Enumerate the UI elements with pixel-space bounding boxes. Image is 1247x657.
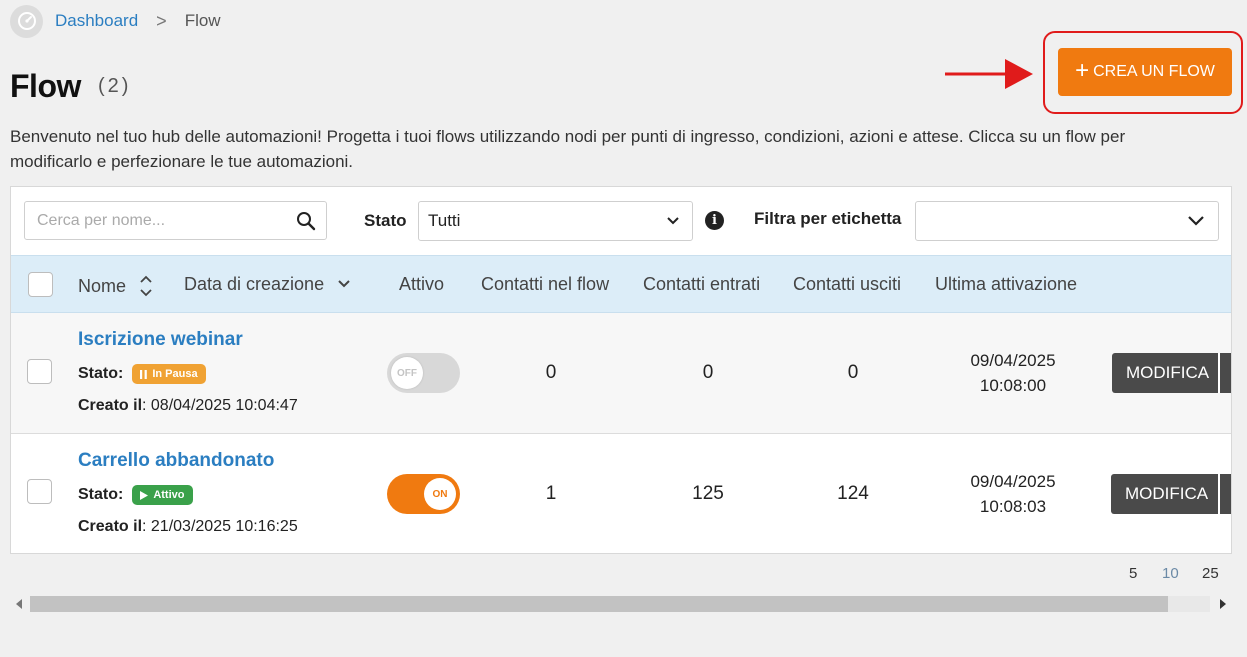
toggle-knob: OFF [391,357,423,389]
filters-bar: Cerca per nome... Stato Tutti i Filtra p… [11,187,1231,255]
search-input[interactable]: Cerca per nome... [24,201,327,240]
created-value: : 21/03/2025 10:16:25 [142,518,298,535]
dashboard-gauge-icon[interactable] [10,4,43,38]
column-exited: Contatti usciti [793,274,902,294]
info-icon[interactable]: i [705,211,724,230]
status-badge: In Pausa [132,364,206,384]
status-badge-text: Attivo [153,489,185,501]
flow-name-link[interactable]: Iscrizione webinar [78,329,243,351]
stato-select[interactable]: Tutti [418,201,693,241]
arrow-right-icon [945,59,1033,89]
created-date: Creato il: 21/03/2025 10:16:25 [78,518,298,536]
created-value: : 08/04/2025 10:04:47 [142,397,298,414]
breadcrumb-separator: > [156,10,167,31]
play-icon [140,490,149,500]
page-size-25[interactable]: 25 [1202,565,1219,582]
row-checkbox[interactable] [27,359,52,384]
search-placeholder: Cerca per nome... [37,211,166,229]
column-created[interactable]: Data di creazione [184,274,351,295]
scroll-left-icon[interactable] [15,599,23,609]
column-entered: Contatti entrati [643,274,761,294]
edit-dropdown-button[interactable] [1218,353,1231,393]
column-active: Attivo [399,274,445,294]
search-icon[interactable] [296,211,316,231]
page-title: Flow [10,68,81,104]
table-row[interactable]: Iscrizione webinar Stato: In Pausa Creat… [11,313,1231,434]
column-name-label: Nome [78,276,127,296]
active-toggle[interactable]: OFF [387,353,460,393]
flow-count: (2) [98,75,132,97]
scroll-right-icon[interactable] [1219,599,1227,609]
created-label: Creato il [78,518,143,535]
contacts-in-flow: 1 [545,483,557,504]
edit-dropdown-button[interactable] [1218,474,1231,514]
status-line: Stato: In Pausa [78,364,206,384]
edit-button[interactable]: MODIFICA [1111,474,1221,514]
create-flow-label: CREA UN FLOW [1093,63,1215,80]
page-size-10[interactable]: 10 [1162,565,1179,582]
created-date: Creato il: 08/04/2025 10:04:47 [78,397,298,415]
tag-filter-label: Filtra per etichetta [754,209,902,228]
chevron-down-icon [667,217,679,225]
tag-select[interactable] [915,201,1219,241]
pause-icon [140,369,148,379]
status-badge-text: In Pausa [152,368,198,380]
breadcrumb-dashboard-link[interactable]: Dashboard [55,11,138,31]
active-toggle[interactable]: ON [387,474,460,514]
column-last-activation: Ultima attivazione [935,274,1078,294]
status-line: Stato: Attivo [78,485,193,505]
table-row[interactable]: Carrello abbandonato Stato: Attivo Creat… [11,434,1231,553]
sort-icon[interactable] [139,274,153,298]
status-label: Stato: [78,365,124,382]
scrollbar-thumb[interactable] [30,596,1168,612]
contacts-in-flow: 0 [545,362,557,383]
last-activation: 09/04/2025 10:08:03 [957,469,1069,519]
edit-button[interactable]: MODIFICA [1112,353,1222,393]
create-flow-button[interactable]: + CREA UN FLOW [1058,48,1232,96]
row-checkbox[interactable] [27,479,52,504]
select-all-checkbox[interactable] [28,272,53,297]
chevron-down-icon [338,280,350,288]
last-activation-time: 10:08:03 [979,497,1047,516]
status-label: Stato: [78,486,124,503]
created-label: Creato il [78,397,143,414]
last-activation-date: 09/04/2025 [970,472,1056,491]
last-activation: 09/04/2025 10:08:00 [957,348,1069,398]
flows-table-card: Cerca per nome... Stato Tutti i Filtra p… [10,186,1232,554]
contacts-entered: 125 [692,483,724,504]
plus-icon: + [1075,57,1090,84]
column-name[interactable]: Nome [78,274,153,298]
contacts-exited: 0 [847,362,859,383]
last-activation-time: 10:08:00 [979,376,1047,395]
breadcrumb-current: Flow [184,11,221,30]
chevron-down-icon [1188,216,1204,226]
contacts-exited: 124 [837,483,869,504]
table-header: Nome Data di creazione Attivo Contatti n… [11,255,1231,313]
horizontal-scrollbar[interactable] [10,594,1232,614]
page-size-5[interactable]: 5 [1129,565,1137,582]
status-badge: Attivo [132,485,193,505]
stato-filter-label: Stato [364,211,407,230]
stato-select-value: Tutti [428,211,461,230]
last-activation-date: 09/04/2025 [970,351,1056,370]
flow-name-link[interactable]: Carrello abbandonato [78,450,274,472]
contacts-entered: 0 [702,362,714,383]
column-in-flow: Contatti nel flow [481,274,610,294]
column-created-label: Data di creazione [184,274,325,294]
intro-text: Benvenuto nel tuo hub delle automazioni!… [10,127,1126,171]
toggle-knob: ON [424,478,456,510]
breadcrumb: Dashboard > Flow [10,4,221,38]
